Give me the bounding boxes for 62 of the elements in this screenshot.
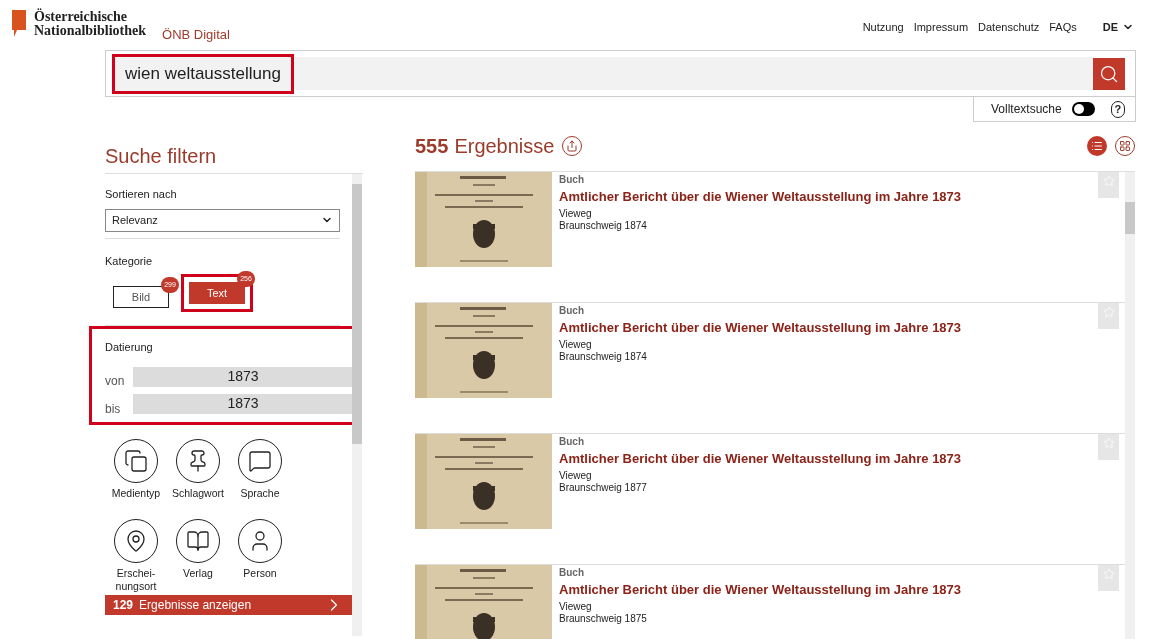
grid-icon: [1119, 140, 1131, 152]
place-year-text: Braunschweig 1877: [559, 482, 648, 494]
publisher-text: Vieweg: [559, 339, 593, 351]
search-query-text: wien weltausstellung: [112, 53, 294, 94]
sort-select[interactable]: Relevanz: [105, 208, 340, 232]
category-label: Kategorie: [105, 253, 154, 269]
publisher-text: Vieweg: [559, 601, 593, 613]
results-label: Ergebnisse: [454, 134, 555, 159]
speech-bubble-icon: [248, 448, 272, 473]
stack-icon: [124, 448, 148, 473]
result-title-link[interactable]: Amtlicher Bericht über die Wiener Weltausstellung im Jahre 1873: [559, 582, 1098, 598]
show-results-button[interactable]: 129 Ergebnisse anzeigen: [105, 594, 352, 615]
place-year-text: Braunschweig 1875: [559, 613, 648, 625]
list-view-button[interactable]: [1087, 136, 1107, 156]
publisher-text: Vieweg: [559, 470, 593, 482]
nav-link[interactable]: Nutzung: [862, 19, 904, 36]
to-label: bis: [105, 400, 122, 418]
bookmark-button[interactable]: [1098, 303, 1119, 329]
publisher-text: Vieweg: [559, 208, 593, 220]
book-icon: [186, 528, 210, 553]
result-title-link[interactable]: Amtlicher Bericht über die Wiener Weltausstellung im Jahre 1873: [559, 189, 1098, 205]
result-title-link[interactable]: Amtlicher Bericht über die Wiener Weltausstellung im Jahre 1873: [559, 320, 1098, 336]
share-icon: [566, 140, 579, 152]
facet-button[interactable]: Sprache: [229, 438, 291, 515]
nav-link[interactable]: FAQs: [1049, 19, 1077, 36]
dating-label: Datierung: [105, 340, 154, 355]
facet-button[interactable]: Verlag: [167, 518, 229, 595]
map-pin-icon: [124, 528, 148, 553]
sort-label: Sortieren nach: [105, 187, 178, 202]
facet-button[interactable]: Erschei- nungsort: [105, 518, 167, 595]
logo-text: Österreichische: [34, 10, 129, 24]
from-label: von: [105, 372, 122, 390]
item-type: Buch: [559, 174, 585, 186]
nav-link[interactable]: Impressum: [913, 19, 969, 36]
item-type: Buch: [559, 305, 585, 317]
site-name-link[interactable]: ÖNB Digital: [162, 25, 230, 45]
facet-button[interactable]: Person: [229, 518, 291, 595]
fulltext-label: Volltextsuche: [991, 101, 1062, 118]
logo-icon: [12, 10, 26, 37]
place-year-text: Braunschweig 1874: [559, 220, 648, 232]
item-type: Buch: [559, 436, 585, 448]
bookmark-button[interactable]: [1098, 565, 1119, 591]
facet-button[interactable]: Schlagwort: [167, 438, 229, 515]
scrollbar[interactable]: [352, 174, 362, 636]
place-year-text: Braunschweig 1874: [559, 351, 648, 363]
to-year-field[interactable]: 1873: [133, 393, 353, 414]
fulltext-toggle[interactable]: [1071, 102, 1095, 116]
scrollbar[interactable]: [1125, 172, 1135, 639]
nav-link[interactable]: Datenschutz: [978, 19, 1040, 36]
result-title-link[interactable]: Amtlicher Bericht über die Wiener Weltausstellung im Jahre 1873: [559, 451, 1098, 467]
bookmark-button[interactable]: [1098, 172, 1119, 198]
list-icon: [1091, 140, 1103, 152]
bookmark-button[interactable]: [1098, 434, 1119, 460]
language-select[interactable]: DE: [1102, 19, 1134, 36]
results-count: 555: [415, 134, 449, 159]
filter-title: Suche filtern: [105, 144, 218, 169]
from-year-field[interactable]: 1873: [133, 366, 353, 387]
search-button[interactable]: [1093, 57, 1125, 90]
facet-button[interactable]: Medientyp: [105, 438, 167, 515]
logo-text: Nationalbibliothek: [34, 24, 147, 38]
search-icon: [1099, 63, 1119, 84]
item-type: Buch: [559, 567, 585, 579]
